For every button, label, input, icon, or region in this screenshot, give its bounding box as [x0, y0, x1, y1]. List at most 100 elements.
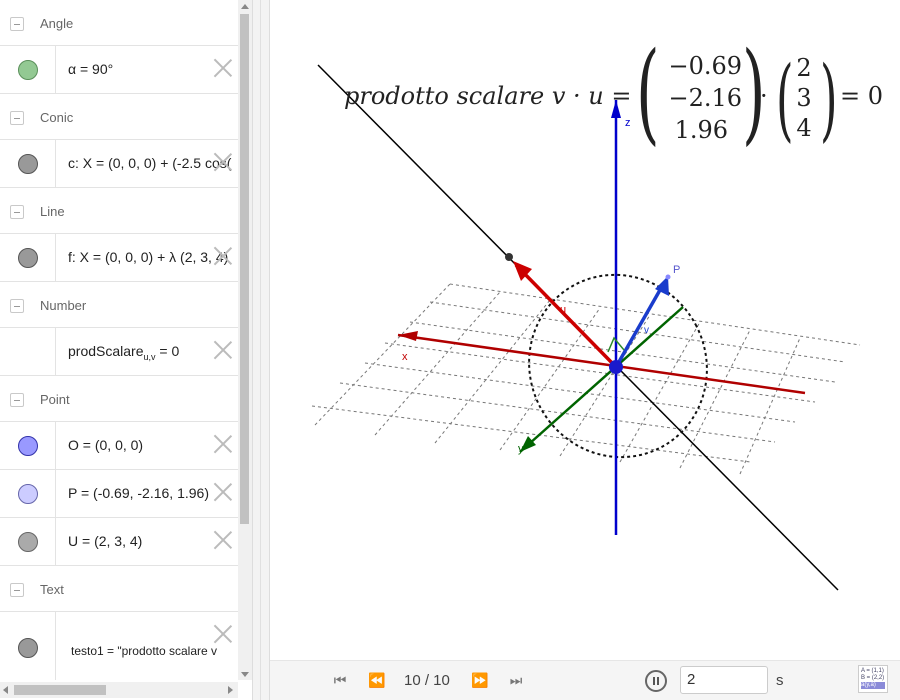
scroll-down-icon[interactable]: [241, 672, 249, 677]
delete-icon[interactable]: [213, 58, 233, 78]
group-label: Text: [40, 582, 64, 597]
group-label: Angle: [40, 16, 74, 31]
algebra-view: Angle α = 90° Conic c: X = (0, 0, 0) + (…: [0, 0, 252, 700]
vector-v[interactable]: [614, 282, 666, 368]
visibility-marble-icon[interactable]: [18, 484, 38, 504]
marble-column: [0, 328, 56, 375]
group-header-line[interactable]: Line: [0, 188, 238, 234]
item-definition[interactable]: α = 90°: [68, 61, 113, 77]
collapse-toggle-icon[interactable]: [10, 205, 24, 219]
item-definition[interactable]: U = (2, 3, 4): [68, 533, 142, 549]
item-definition[interactable]: c: X = (0, 0, 0) + (-2.5 cos(: [68, 155, 231, 171]
visibility-marble-icon[interactable]: [18, 638, 38, 658]
marble-column: [0, 422, 56, 469]
vector-u-label: u: [560, 304, 566, 316]
delete-icon[interactable]: [213, 530, 233, 550]
point-o[interactable]: [609, 360, 623, 374]
marble-column: [0, 470, 56, 517]
scroll-left-icon[interactable]: [3, 686, 8, 694]
visibility-marble-icon[interactable]: [18, 436, 38, 456]
icon-line: A = (1,1): [861, 668, 884, 674]
delete-icon[interactable]: [213, 624, 233, 644]
algebra-item-c[interactable]: c: X = (0, 0, 0) + (-2.5 cos(: [0, 140, 238, 188]
group-header-angle[interactable]: Angle: [0, 0, 238, 46]
y-axis-label: y: [518, 443, 524, 455]
algebra-item-alpha[interactable]: α = 90°: [0, 46, 238, 94]
visibility-marble-icon[interactable]: [18, 532, 38, 552]
next-step-icon[interactable]: ⏩: [468, 671, 492, 691]
group-label: Point: [40, 392, 70, 407]
algebra-item-prodscalare[interactable]: prodScalareu,v = 0: [0, 328, 238, 376]
vector-v-z: 1.96: [675, 116, 728, 144]
item-definition[interactable]: P = (-0.69, -2.16, 1.96): [68, 485, 209, 501]
algebra-item-testo1[interactable]: testo1 = "prodotto scalare v: [0, 612, 238, 680]
delete-icon[interactable]: [213, 340, 233, 360]
vector-u-x: 2: [796, 54, 811, 82]
vector-u-y: 3: [796, 84, 811, 112]
scrollbar-thumb[interactable]: [14, 685, 106, 695]
visibility-marble-icon[interactable]: [18, 154, 38, 174]
scroll-up-icon[interactable]: [241, 4, 249, 9]
group-header-number[interactable]: Number: [0, 282, 238, 328]
vector-u[interactable]: [514, 263, 618, 369]
delete-icon[interactable]: [213, 482, 233, 502]
item-definition[interactable]: f: X = (0, 0, 0) + λ (2, 3, 4): [68, 249, 228, 265]
scroll-right-icon[interactable]: [228, 686, 233, 694]
collapse-toggle-icon[interactable]: [10, 393, 24, 407]
pause-button[interactable]: [645, 670, 667, 692]
formula-result: = 0: [840, 82, 883, 110]
delete-icon[interactable]: [213, 152, 233, 172]
marble-column: [0, 518, 56, 565]
speed-unit-label: s: [776, 672, 784, 689]
group-header-point[interactable]: Point: [0, 376, 238, 422]
graphics-3d-view[interactable]: x y z u P v prodotto scalare v · u = ( −…: [270, 0, 900, 660]
point-u[interactable]: [505, 253, 513, 261]
item-definition[interactable]: O = (0, 0, 0): [68, 437, 143, 453]
delete-icon[interactable]: [213, 434, 233, 454]
visibility-marble-icon[interactable]: [18, 60, 38, 80]
splitter-grip[interactable]: [260, 0, 261, 700]
vector-v-y: −2.16: [668, 84, 742, 112]
speed-input[interactable]: 2: [680, 666, 768, 694]
left-paren-u: (: [776, 47, 794, 152]
algebra-descriptions-icon[interactable]: A = (1,1) B = (2,2) a(y,a): [858, 665, 888, 693]
algebra-item-p[interactable]: P = (-0.69, -2.16, 1.96): [0, 470, 238, 518]
group-label: Number: [40, 298, 87, 313]
algebra-vertical-scrollbar[interactable]: [238, 0, 252, 680]
collapse-toggle-icon[interactable]: [10, 17, 24, 31]
graphics-canvas[interactable]: x y z u P v prodotto scalare v · u = ( −…: [270, 0, 900, 660]
x-axis-arrow-icon: [398, 331, 418, 341]
z-axis-label: z: [625, 117, 631, 129]
group-label: Line: [40, 204, 65, 219]
collapse-toggle-icon[interactable]: [10, 299, 24, 313]
item-definition[interactable]: prodScalareu,v = 0: [68, 343, 179, 362]
visibility-marble-icon[interactable]: [18, 248, 38, 268]
item-definition[interactable]: testo1 = "prodotto scalare v: [71, 644, 217, 658]
x-axis-label: x: [402, 351, 408, 363]
point-p-label: P: [673, 264, 680, 276]
item-value: "prodotto scalare v: [117, 644, 218, 658]
item-subscript: u,v: [143, 351, 156, 362]
icon-line: a(y,a): [861, 682, 885, 689]
previous-step-icon[interactable]: ⏪: [365, 671, 389, 691]
last-step-icon[interactable]: ⏭: [504, 671, 528, 691]
collapse-toggle-icon[interactable]: [10, 111, 24, 125]
algebra-item-u[interactable]: U = (2, 3, 4): [0, 518, 238, 566]
collapse-toggle-icon[interactable]: [10, 583, 24, 597]
first-step-icon[interactable]: ⏮: [328, 671, 352, 691]
item-name: prodScalare: [68, 343, 144, 359]
formula-text[interactable]: prodotto scalare v · u = ( −0.69 −2.16 1…: [344, 28, 883, 156]
grid-plane: [311, 283, 861, 475]
group-header-conic[interactable]: Conic: [0, 94, 238, 140]
algebra-item-f[interactable]: f: X = (0, 0, 0) + λ (2, 3, 4): [0, 234, 238, 282]
algebra-horizontal-scrollbar[interactable]: [0, 682, 238, 698]
view-splitter[interactable]: [252, 0, 270, 700]
formula-lhs: prodotto scalare v · u =: [344, 82, 631, 110]
vector-v-x: −0.69: [668, 52, 742, 80]
point-p[interactable]: [665, 274, 671, 280]
delete-icon[interactable]: [213, 246, 233, 266]
algebra-item-o[interactable]: O = (0, 0, 0): [0, 422, 238, 470]
x-axis: [397, 333, 806, 395]
scrollbar-thumb[interactable]: [240, 14, 249, 524]
group-header-text[interactable]: Text: [0, 566, 238, 612]
